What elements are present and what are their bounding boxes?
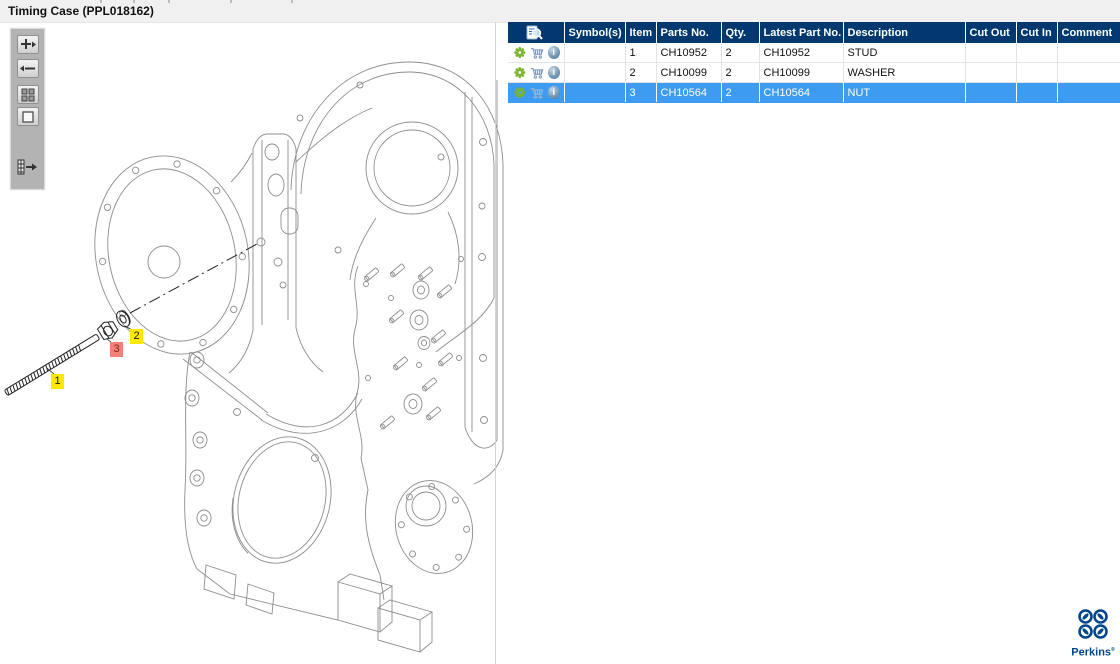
cell-item: 3 — [625, 82, 657, 103]
cell-qty: 2 — [721, 82, 760, 103]
column-parts-no: Parts No. — [656, 22, 722, 43]
perkins-wordmark: Perkins® — [1071, 646, 1115, 659]
cell-comment — [1057, 62, 1120, 83]
table-header-row: Symbol(s) Item Parts No. Qty. Latest Par… — [508, 22, 1120, 43]
cell-comment — [1057, 43, 1120, 63]
leader-line — [129, 243, 258, 314]
cell-qty: 2 — [721, 43, 760, 63]
column-qty: Qty. — [721, 22, 760, 43]
cell-description: STUD — [843, 43, 966, 63]
cell-latest-part-no: CH10952 — [759, 43, 844, 63]
info-icon[interactable]: i — [547, 66, 560, 79]
cell-description: NUT — [843, 82, 966, 103]
parts-table: Symbol(s) Item Parts No. Qty. Latest Par… — [508, 22, 1120, 103]
gear-icon[interactable] — [514, 46, 526, 59]
cell-parts-no: CH10952 — [656, 43, 722, 63]
callout-label-2[interactable]: 2 — [130, 329, 143, 344]
column-item: Item — [625, 22, 657, 43]
cell-parts-no: CH10564 — [656, 82, 722, 103]
cell-qty: 2 — [721, 62, 760, 83]
table-row[interactable]: i 2 CH10099 2 CH10099 WASHER — [508, 62, 1120, 83]
gear-icon[interactable] — [514, 86, 526, 99]
cell-cut-out — [965, 62, 1017, 83]
cell-cut-in — [1016, 82, 1058, 103]
panel-divider — [495, 22, 496, 664]
callout-label-1[interactable]: 1 — [51, 374, 64, 389]
column-description: Description — [843, 22, 966, 43]
bolt-cluster — [363, 263, 454, 430]
cell-comment — [1057, 82, 1120, 103]
column-cut-out: Cut Out — [965, 22, 1017, 43]
cell-symbol — [564, 82, 626, 103]
cell-description: WASHER — [843, 62, 966, 83]
cart-icon[interactable] — [530, 66, 544, 80]
callout-label-3[interactable]: 3 — [110, 342, 123, 357]
cart-icon[interactable] — [530, 46, 544, 60]
info-icon[interactable]: i — [547, 86, 560, 99]
preview-document-icon — [526, 25, 543, 40]
cell-cut-in — [1016, 43, 1058, 63]
perkins-rings-icon — [1078, 609, 1108, 639]
gear-icon[interactable] — [514, 66, 526, 79]
cell-latest-part-no: CH10564 — [759, 82, 844, 103]
cell-parts-no: CH10099 — [656, 62, 722, 83]
timing-case-diagram[interactable] — [0, 22, 505, 664]
column-symbols: Symbol(s) — [564, 22, 626, 43]
column-view — [508, 22, 565, 43]
cell-item: 1 — [625, 43, 657, 63]
cell-item: 2 — [625, 62, 657, 83]
cell-symbol — [564, 62, 626, 83]
cell-cut-out — [965, 43, 1017, 63]
table-row[interactable]: i 1 CH10952 2 CH10952 STUD — [508, 43, 1120, 63]
cell-cut-out — [965, 82, 1017, 103]
page-title: Timing Case (PPL018162) — [8, 4, 154, 18]
cell-latest-part-no: CH10099 — [759, 62, 844, 83]
cart-icon[interactable] — [530, 86, 544, 100]
nut-drawing[interactable] — [96, 318, 120, 342]
info-icon[interactable]: i — [547, 46, 560, 59]
timing-case-drawing — [94, 61, 504, 653]
cell-symbol — [564, 43, 626, 63]
cell-cut-in — [1016, 62, 1058, 83]
table-row-selected[interactable]: i 3 CH10564 2 CH10564 NUT — [508, 82, 1120, 103]
column-cut-in: Cut In — [1016, 22, 1058, 43]
column-latest-part-no: Latest Part No. — [759, 22, 844, 43]
column-comment: Comment — [1057, 22, 1120, 43]
page-title-bar: Timing Case (PPL018162) — [0, 0, 1120, 23]
perkins-logo: Perkins® — [1070, 608, 1116, 659]
